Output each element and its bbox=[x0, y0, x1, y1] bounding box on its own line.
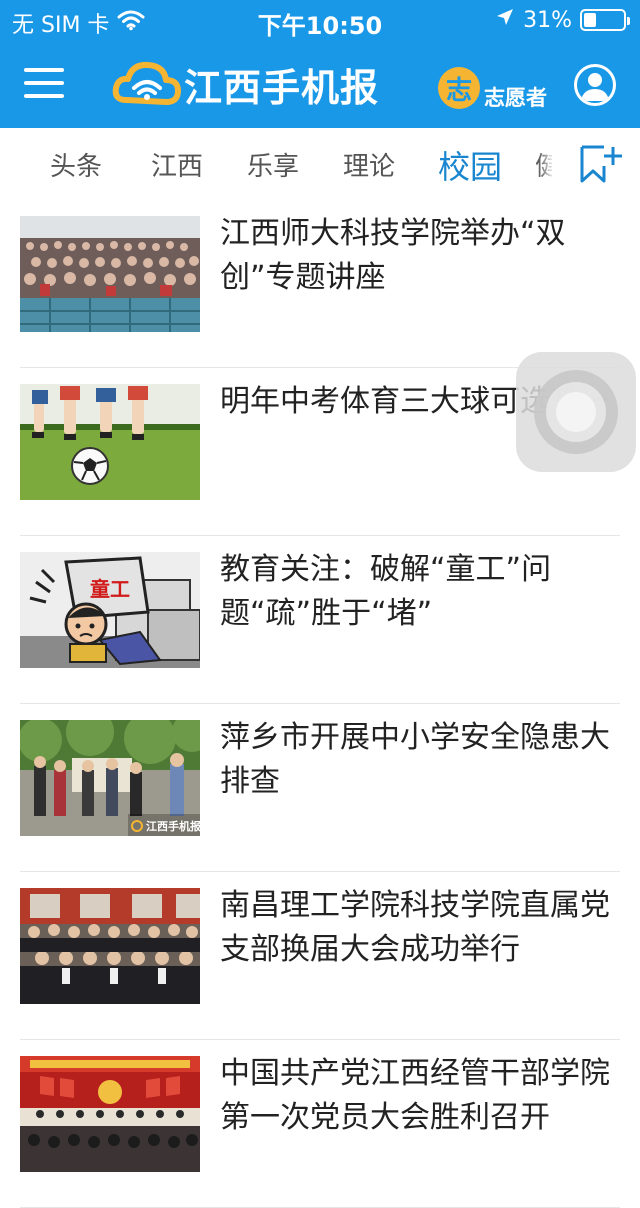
news-thumbnail bbox=[20, 216, 200, 332]
tab-jiangxi[interactable]: 江西 bbox=[151, 146, 203, 183]
battery-icon bbox=[580, 9, 630, 31]
news-item[interactable]: 南昌理工学院科技学院直属党支部换届大会成功举行 bbox=[20, 872, 620, 1040]
news-title: 教育关注：破解“童工”问题“疏”胜于“堵” bbox=[220, 552, 552, 631]
category-tabs: 头条 江西 乐享 理论 校园 健 bbox=[0, 128, 640, 200]
volunteer-label: 志愿者 bbox=[484, 86, 547, 110]
news-title: 萍乡市开展中小学安全隐患大排查 bbox=[220, 720, 610, 799]
news-item[interactable]: 江西师大科技学院举办“双创”专题讲座 bbox=[20, 200, 620, 368]
tab-campus[interactable]: 校园 bbox=[438, 142, 502, 188]
app-name: 江西手机报 bbox=[184, 65, 380, 110]
news-item[interactable]: 童工 教育关注：破解“童工”问题“疏”胜于“堵” bbox=[20, 536, 620, 704]
news-title: 中国共产党江西经管干部学院第一次党员大会胜利召开 bbox=[220, 1056, 610, 1135]
thumbnail-watermark: 江西手机报 bbox=[146, 819, 200, 833]
tab-headlines[interactable]: 头条 bbox=[50, 146, 102, 183]
logo-icon bbox=[112, 56, 182, 112]
app-header: 江西手机报 志 志愿者 bbox=[0, 40, 640, 128]
app-logo: 江西手机报 bbox=[112, 56, 379, 112]
tab-lexiang[interactable]: 乐享 bbox=[247, 146, 299, 183]
news-thumbnail bbox=[20, 888, 200, 1004]
tab-theory[interactable]: 理论 bbox=[343, 146, 395, 183]
news-thumbnail bbox=[20, 384, 200, 500]
volunteer-button[interactable]: 志 志愿者 bbox=[438, 64, 547, 112]
location-arrow-icon bbox=[495, 7, 515, 33]
user-profile-icon[interactable] bbox=[574, 64, 616, 106]
assistive-touch-button[interactable] bbox=[516, 352, 636, 472]
news-list: 江西师大科技学院举办“双创”专题讲座 明年中考体育三大球可选其一 童工 教育关注… bbox=[20, 200, 620, 1208]
thumbnail-caption: 童工 bbox=[90, 577, 130, 601]
news-item[interactable]: 中国共产党江西经管干部学院第一次党员大会胜利召开 bbox=[20, 1040, 620, 1208]
news-item[interactable]: 江西手机报 萍乡市开展中小学安全隐患大排查 bbox=[20, 704, 620, 872]
news-thumbnail: 江西手机报 bbox=[20, 720, 200, 836]
news-title: 江西师大科技学院举办“双创”专题讲座 bbox=[220, 216, 566, 295]
battery-percent: 31% bbox=[523, 7, 572, 33]
status-bar: 无 SIM 卡 下午10:50 31% bbox=[0, 0, 640, 40]
news-title: 南昌理工学院科技学院直属党支部换届大会成功举行 bbox=[220, 888, 610, 967]
menu-icon[interactable] bbox=[24, 68, 64, 98]
add-channel-icon[interactable] bbox=[578, 144, 626, 184]
news-thumbnail: 童工 bbox=[20, 552, 200, 668]
news-thumbnail bbox=[20, 1056, 200, 1172]
volunteer-badge: 志 bbox=[438, 67, 480, 109]
top-bar: 无 SIM 卡 下午10:50 31% 江西手机报 志 志愿者 bbox=[0, 0, 640, 128]
